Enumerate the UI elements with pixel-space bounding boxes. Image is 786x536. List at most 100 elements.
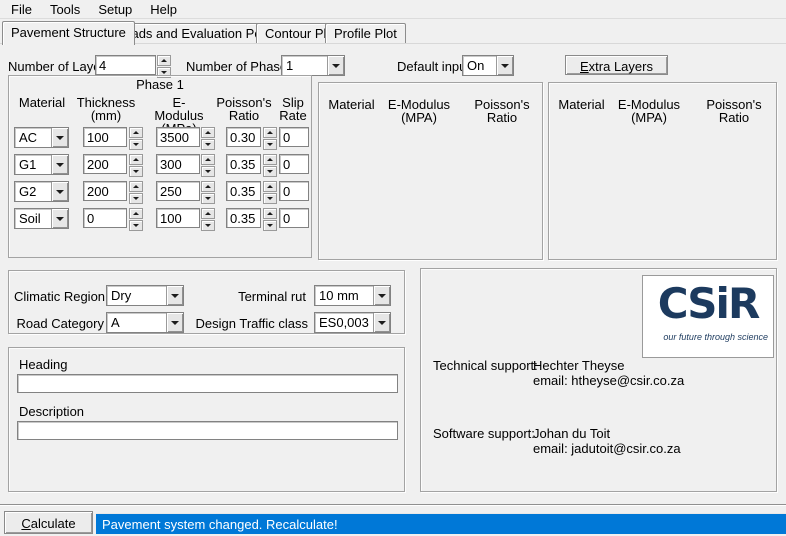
emodulus-input-row2[interactable] xyxy=(156,154,200,174)
thickness-input-row1[interactable] xyxy=(83,127,127,147)
menu-bar: File Tools Setup Help xyxy=(0,0,786,19)
column-header-poisson: Poisson's Ratio xyxy=(459,98,545,124)
chevron-down-icon[interactable] xyxy=(51,155,68,174)
default-input-select[interactable]: On xyxy=(462,55,514,76)
description-input[interactable] xyxy=(17,421,398,440)
climatic-region-label: Climatic Region xyxy=(14,289,104,304)
phase1-groupbox: Phase 1 Material Thickness(mm) E-Modulus… xyxy=(8,75,312,258)
default-input-value: On xyxy=(463,56,496,75)
technical-support-label: Technical support: xyxy=(433,358,538,373)
calculate-button[interactable]: Calculate xyxy=(4,511,93,534)
emodulus-spinner-row1[interactable] xyxy=(201,127,215,147)
number-of-layers-input[interactable] xyxy=(95,55,156,75)
emodulus-spinner-row4[interactable] xyxy=(201,208,215,228)
number-of-layers-spinner[interactable] xyxy=(157,55,171,75)
material-select-row2[interactable]: G1 xyxy=(14,154,69,175)
poisson-input-row3[interactable] xyxy=(226,181,261,201)
chevron-down-icon[interactable] xyxy=(373,313,390,332)
column-header-material: Material xyxy=(11,96,73,109)
chevron-down-icon[interactable] xyxy=(373,286,390,305)
thickness-spinner-row1[interactable] xyxy=(129,127,143,147)
terminal-rut-value: 10 mm xyxy=(315,286,373,305)
number-of-phases-value: 1 xyxy=(282,56,327,75)
technical-support-email: email: htheyse@csir.co.za xyxy=(533,373,684,388)
material-value: AC xyxy=(15,128,51,147)
emodulus-input-row3[interactable] xyxy=(156,181,200,201)
column-header-slip-rate: SlipRate xyxy=(273,96,313,122)
software-support-name: Johan du Toit xyxy=(533,426,610,441)
poisson-input-row2[interactable] xyxy=(226,154,261,174)
climatic-region-value: Dry xyxy=(107,286,166,305)
chevron-down-icon[interactable] xyxy=(51,128,68,147)
slip-rate-input-row1[interactable] xyxy=(279,127,309,147)
road-category-value: A xyxy=(107,313,166,332)
thickness-input-row3[interactable] xyxy=(83,181,127,201)
column-header-thickness: Thickness(mm) xyxy=(75,96,137,122)
poisson-spinner-row3[interactable] xyxy=(263,181,277,201)
material-panel-2: Material E-Modulus(MPA) Poisson's Ratio xyxy=(318,82,543,260)
thickness-input-row2[interactable] xyxy=(83,154,127,174)
emodulus-input-row1[interactable] xyxy=(156,127,200,147)
chevron-down-icon[interactable] xyxy=(327,56,344,75)
technical-support-name: Hechter Theyse xyxy=(533,358,625,373)
column-header-emodulus: E-Modulus(MPA) xyxy=(614,98,684,124)
chevron-down-icon[interactable] xyxy=(51,209,68,228)
status-bar: Pavement system changed. Recalculate! xyxy=(96,513,786,534)
menu-file[interactable]: File xyxy=(2,1,41,18)
poisson-spinner-row2[interactable] xyxy=(263,154,277,174)
design-traffic-class-select[interactable]: ES0,003 xyxy=(314,312,391,333)
menu-setup[interactable]: Setup xyxy=(89,1,141,18)
column-header-material: Material xyxy=(324,98,379,111)
design-traffic-class-label: Design Traffic class xyxy=(159,316,308,331)
slip-rate-input-row4[interactable] xyxy=(279,208,309,228)
tab-bar: Pavement Structure Loads and Evaluation … xyxy=(0,20,786,44)
design-traffic-class-value: ES0,003 xyxy=(315,313,373,332)
emodulus-spinner-row2[interactable] xyxy=(201,154,215,174)
thickness-input-row4[interactable] xyxy=(83,208,127,228)
design-settings-panel: Climatic Region Dry Terminal rut 10 mm R… xyxy=(8,270,405,334)
material-select-row4[interactable]: Soil xyxy=(14,208,69,229)
column-header-poisson: Poisson's Ratio xyxy=(691,98,777,124)
thickness-spinner-row3[interactable] xyxy=(129,181,143,201)
material-value: G1 xyxy=(15,155,51,174)
software-support-label: Software support: xyxy=(433,426,535,441)
slip-rate-input-row2[interactable] xyxy=(279,154,309,174)
tab-profile-plot[interactable]: Profile Plot xyxy=(325,23,406,43)
slip-rate-input-row3[interactable] xyxy=(279,181,309,201)
material-select-row3[interactable]: G2 xyxy=(14,181,69,202)
poisson-spinner-row4[interactable] xyxy=(263,208,277,228)
footer-divider xyxy=(0,504,786,506)
column-header-emodulus: E-Modulus(MPA) xyxy=(384,98,454,124)
terminal-rut-select[interactable]: 10 mm xyxy=(314,285,391,306)
phase1-title: Phase 1 xyxy=(9,77,311,92)
material-panel-3: Material E-Modulus(MPA) Poisson's Ratio xyxy=(548,82,777,260)
number-of-phases-select[interactable]: 1 xyxy=(281,55,345,76)
spinner-up-icon[interactable] xyxy=(157,55,171,66)
chevron-down-icon[interactable] xyxy=(496,56,513,75)
poisson-input-row1[interactable] xyxy=(226,127,261,147)
chevron-down-icon[interactable] xyxy=(51,182,68,201)
poisson-spinner-row1[interactable] xyxy=(263,127,277,147)
menu-tools[interactable]: Tools xyxy=(41,1,89,18)
thickness-spinner-row4[interactable] xyxy=(129,208,143,228)
terminal-rut-label: Terminal rut xyxy=(159,289,306,304)
material-value: G2 xyxy=(15,182,51,201)
heading-label: Heading xyxy=(19,357,67,372)
extra-layers-button[interactable]: Extra Layers xyxy=(565,55,668,75)
thickness-spinner-row2[interactable] xyxy=(129,154,143,174)
emodulus-spinner-row3[interactable] xyxy=(201,181,215,201)
column-header-material: Material xyxy=(554,98,609,111)
status-message: Pavement system changed. Recalculate! xyxy=(102,517,338,532)
app-window: File Tools Setup Help Pavement Structure… xyxy=(0,0,786,536)
menu-help[interactable]: Help xyxy=(141,1,186,18)
notes-panel: Heading Description xyxy=(8,347,405,492)
road-category-label: Road Category xyxy=(14,316,104,331)
material-value: Soil xyxy=(15,209,51,228)
poisson-input-row4[interactable] xyxy=(226,208,261,228)
tab-pavement-structure[interactable]: Pavement Structure xyxy=(2,21,135,45)
csir-logo-tagline: our future through science xyxy=(643,332,773,342)
emodulus-input-row4[interactable] xyxy=(156,208,200,228)
software-support-email: email: jadutoit@csir.co.za xyxy=(533,441,681,456)
heading-input[interactable] xyxy=(17,374,398,393)
material-select-row1[interactable]: AC xyxy=(14,127,69,148)
